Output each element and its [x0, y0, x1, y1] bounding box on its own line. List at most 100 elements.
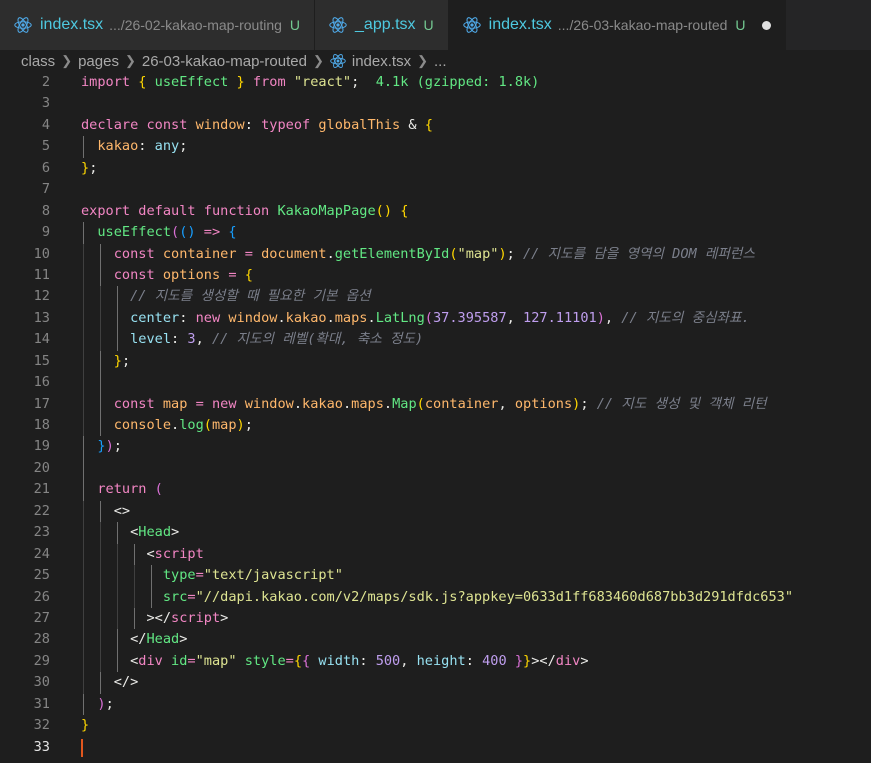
- breadcrumb-item[interactable]: class: [21, 53, 55, 70]
- code-token: .: [171, 417, 180, 433]
- code-text: declare const window: typeof globalThis …: [81, 115, 433, 136]
- code-line[interactable]: 16: [0, 372, 871, 394]
- code-line[interactable]: 19 });: [0, 436, 871, 458]
- untracked-badge: U: [423, 17, 434, 33]
- code-token: .: [277, 309, 286, 326]
- code-line[interactable]: 13 center: new window.kakao.maps.LatLng(…: [0, 307, 871, 330]
- code-token: maps: [334, 309, 368, 326]
- code-token: new: [195, 309, 229, 326]
- line-number: 30: [33, 674, 50, 691]
- code-token: :: [171, 331, 188, 348]
- code-line[interactable]: 29 <div id="map" style={{ width: 500, he…: [0, 650, 871, 673]
- code-line[interactable]: 6};: [0, 158, 871, 179]
- code-text: // 지도를 생성할 때 필요한 기본 옵션: [81, 286, 371, 307]
- code-line[interactable]: 12 // 지도를 생성할 때 필요한 기본 옵션: [0, 286, 871, 308]
- line-number: 12: [33, 288, 50, 305]
- code-token: ,: [195, 331, 212, 348]
- code-token: log: [179, 417, 204, 433]
- code-line[interactable]: 8 export default function KakaoMapPage() …: [0, 201, 871, 222]
- code-line[interactable]: 11 const options = {: [0, 264, 871, 287]
- code-token: kakao: [97, 138, 139, 155]
- code-token: center: [130, 309, 180, 326]
- code-line[interactable]: 18 console.log(map);: [0, 415, 871, 437]
- code-line[interactable]: 3: [0, 93, 871, 114]
- indent-guide: [100, 372, 101, 394]
- chevron-right-icon: ❯: [312, 53, 324, 68]
- code-token: {: [424, 116, 433, 133]
- code-token: // 지도의 중심좌표.: [621, 309, 750, 326]
- code-token: ;: [113, 438, 122, 455]
- code-line[interactable]: 10 const container = document.getElement…: [0, 243, 871, 265]
- code-line[interactable]: 17 const map = new window.kakao.maps.Map…: [0, 393, 871, 415]
- line-number: 21: [33, 481, 50, 498]
- code-line[interactable]: 21 return (: [0, 479, 871, 501]
- breadcrumb-item[interactable]: index.tsx: [352, 53, 411, 70]
- code-text: };: [81, 158, 97, 179]
- code-line[interactable]: 2 import { useEffect } from "react"; 4.1k…: [0, 72, 871, 93]
- code-line[interactable]: 22 <>: [0, 500, 871, 523]
- breadcrumb: class ❯ pages ❯ 26-03-kakao-map-routed ❯…: [0, 50, 871, 72]
- code-line[interactable]: 23 <Head>: [0, 522, 871, 544]
- line-number: 27: [33, 609, 50, 626]
- code-editor[interactable]: 2 import { useEffect } from "react"; 4.1k…: [0, 72, 871, 763]
- code-line[interactable]: 30 </>: [0, 672, 871, 694]
- code-token: =: [187, 588, 196, 605]
- code-line[interactable]: 32}: [0, 715, 871, 736]
- code-token: =: [195, 567, 204, 584]
- tab-filename: index.tsx: [40, 16, 104, 33]
- code-line[interactable]: 7: [0, 179, 871, 200]
- code-line[interactable]: 14 level: 3, // 지도의 레벨(확대, 축소 정도): [0, 329, 871, 351]
- code-token: export default: [81, 202, 204, 219]
- unsaved-dot-icon[interactable]: [761, 20, 771, 30]
- code-token: ;: [121, 352, 131, 369]
- code-token: "map": [457, 245, 499, 262]
- code-token: }: [81, 159, 90, 176]
- line-number: 16: [33, 374, 50, 391]
- code-token: const: [113, 266, 163, 283]
- code-line[interactable]: 24 <script: [0, 543, 871, 566]
- code-text: src="//dapi.kakao.com/v2/maps/sdk.js?app…: [81, 587, 793, 608]
- line-number: 20: [33, 459, 50, 476]
- code-line[interactable]: 20: [0, 457, 871, 480]
- tab-path: .../26-02-kakao-map-routing: [109, 17, 282, 33]
- code-text: <div id="map" style={{ width: 500, heigh…: [81, 651, 588, 672]
- code-line[interactable]: 28 </Head>: [0, 629, 871, 651]
- editor-tab[interactable]: _app.tsx U: [315, 0, 449, 50]
- line-number: 24: [33, 545, 50, 562]
- code-token: // 지도의 레벨(확대, 축소 정도): [211, 331, 424, 348]
- code-token: (: [416, 395, 425, 412]
- code-text: }: [81, 715, 89, 736]
- code-line[interactable]: 9 useEffect(() => {: [0, 222, 871, 244]
- code-token: }: [523, 652, 532, 669]
- code-token: container: [162, 245, 245, 262]
- code-line[interactable]: 27 ></script>: [0, 607, 871, 630]
- code-line[interactable]: 33: [0, 737, 871, 758]
- code-line[interactable]: 25 type="text/javascript": [0, 565, 871, 587]
- line-number: 15: [33, 352, 50, 369]
- breadcrumb-item[interactable]: pages: [78, 53, 119, 70]
- code-line[interactable]: 31 );: [0, 693, 871, 716]
- breadcrumb-item[interactable]: ...: [434, 53, 447, 70]
- code-token: <: [81, 652, 139, 669]
- code-text: level: 3, // 지도의 레벨(확대, 축소 정도): [81, 329, 423, 350]
- code-token: ): [596, 309, 605, 326]
- editor-tab[interactable]: index.tsx .../26-02-kakao-map-routing U: [0, 0, 316, 50]
- code-line[interactable]: 5 kakao: any;: [0, 136, 871, 158]
- code-token: =: [285, 652, 294, 669]
- code-token: const: [113, 245, 163, 262]
- line-number: 31: [33, 695, 50, 712]
- editor-tab-active[interactable]: index.tsx .../26-03-kakao-map-routed U: [448, 0, 786, 50]
- code-token: script: [154, 545, 204, 562]
- code-line[interactable]: 26 src="//dapi.kakao.com/v2/maps/sdk.js?…: [0, 586, 871, 608]
- code-text: </Head>: [81, 629, 187, 650]
- line-number: 14: [33, 331, 50, 348]
- breadcrumb-item[interactable]: 26-03-kakao-map-routed: [142, 53, 307, 70]
- line-number: 7: [41, 181, 50, 198]
- line-number: 13: [33, 309, 50, 326]
- code-line[interactable]: 15 };: [0, 350, 871, 373]
- code-line[interactable]: 4 declare const window: typeof globalThis…: [0, 115, 871, 136]
